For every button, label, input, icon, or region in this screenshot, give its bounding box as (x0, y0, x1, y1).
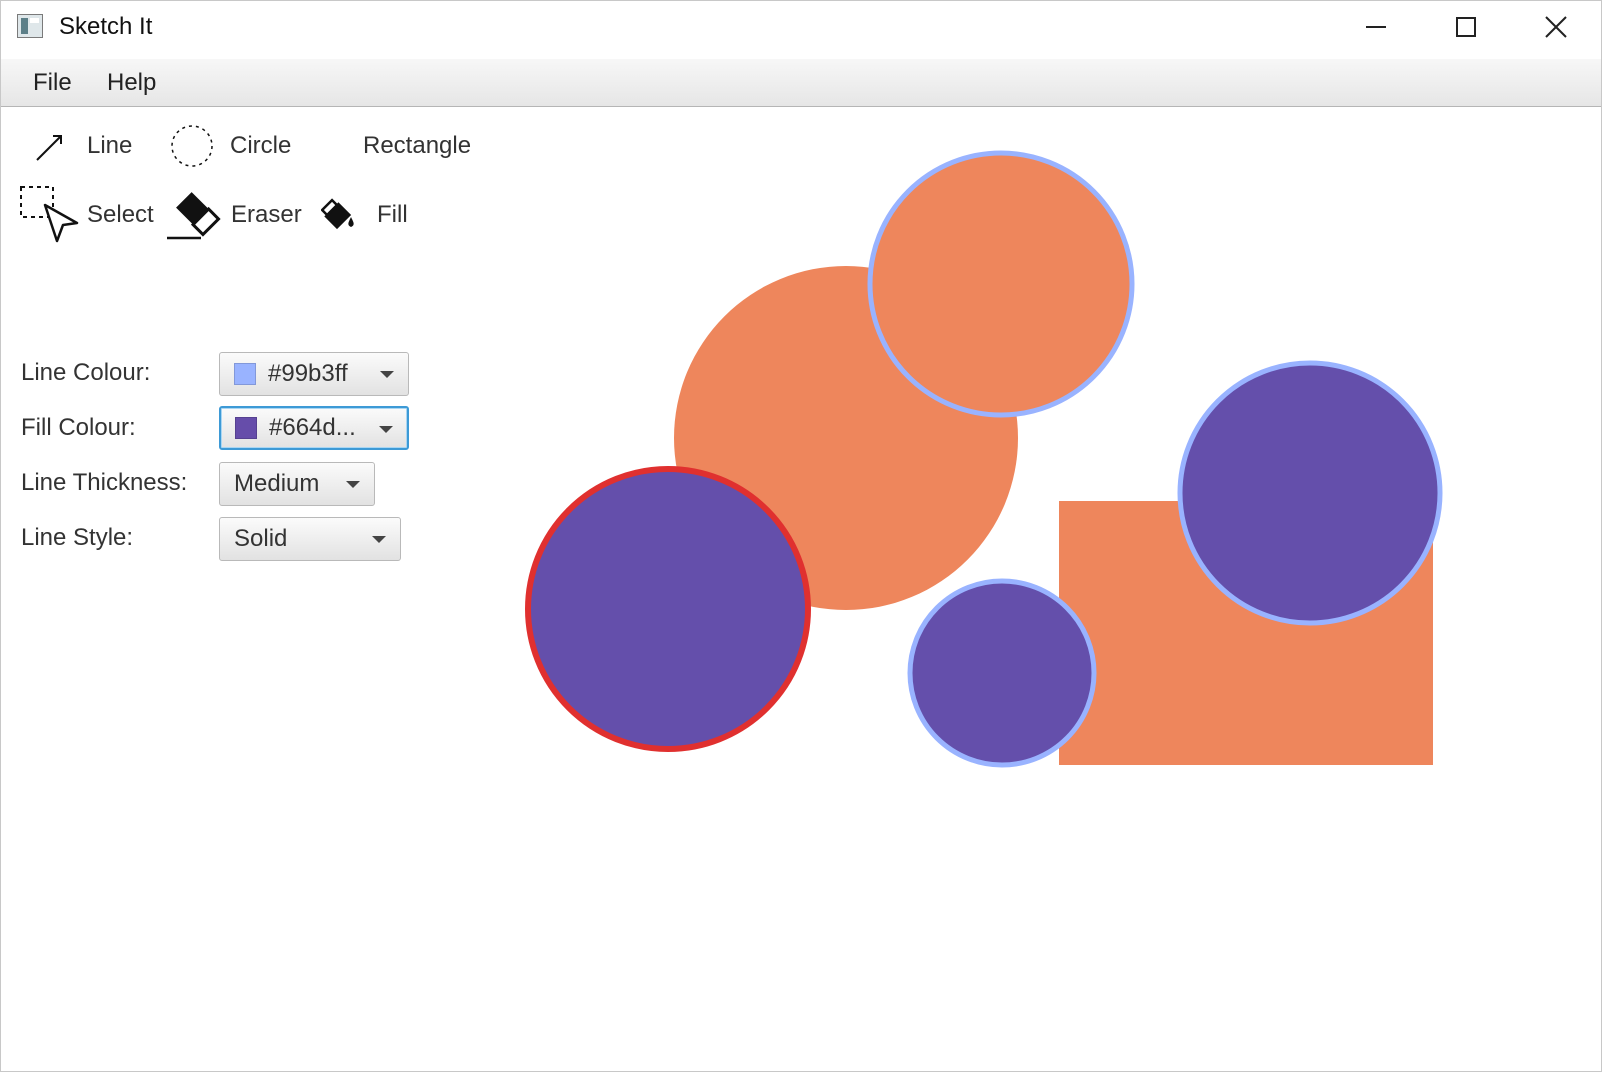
circle-tool-icon (171, 125, 213, 167)
tool-fill[interactable]: Fill (321, 190, 408, 240)
drawing-canvas[interactable] (1, 107, 1601, 1071)
fill-colour-label: Fill Colour: (21, 414, 136, 441)
eraser-tool-icon (167, 192, 221, 240)
close-icon (1545, 16, 1567, 38)
menu-file[interactable]: File (33, 69, 72, 97)
tool-eraser-label: Eraser (231, 201, 302, 228)
chevron-down-icon (379, 426, 393, 433)
select-tool-icon (20, 186, 79, 243)
line-style-select[interactable]: Solid (219, 517, 401, 561)
chevron-down-icon (380, 371, 394, 378)
tool-select-label: Select (87, 201, 154, 228)
tool-select[interactable]: Select (19, 185, 154, 245)
line-thickness-value: Medium (234, 470, 320, 497)
close-button[interactable] (1511, 1, 1601, 53)
line-style-label: Line Style: (21, 524, 134, 551)
tool-eraser[interactable]: Eraser (165, 185, 302, 245)
chevron-down-icon (346, 481, 360, 488)
line-style-value: Solid (234, 525, 288, 552)
maximize-icon (1456, 17, 1476, 37)
tool-circle-label: Circle (230, 132, 292, 159)
window-title: Sketch It (59, 13, 153, 40)
menu-bar: File Help (1, 59, 1601, 107)
shape-purple-circle-red-outline (525, 466, 811, 752)
chevron-down-icon (372, 536, 386, 543)
app-icon (17, 14, 43, 38)
tool-circle[interactable]: Circle (169, 121, 291, 171)
shape-orange-circle-top (867, 150, 1135, 418)
app-window: Sketch It File Help Line Circle Rectangl… (0, 0, 1602, 1072)
title-bar: Sketch It (1, 1, 1601, 53)
tool-line[interactable]: Line (31, 121, 132, 171)
tool-rectangle[interactable]: Rectangle (363, 121, 471, 171)
line-colour-swatch (234, 363, 256, 385)
tool-rectangle-label: Rectangle (363, 132, 472, 159)
maximize-button[interactable] (1421, 1, 1511, 53)
fill-colour-swatch (235, 417, 257, 439)
minimize-button[interactable] (1331, 1, 1421, 53)
minimize-icon (1366, 26, 1386, 28)
tool-fill-label: Fill (377, 201, 408, 228)
line-thickness-label: Line Thickness: (21, 469, 188, 496)
menu-help[interactable]: Help (107, 69, 156, 97)
line-colour-label: Line Colour: (21, 359, 151, 386)
line-thickness-select[interactable]: Medium (219, 462, 375, 506)
tool-line-label: Line (87, 132, 133, 159)
shape-purple-circle-small (907, 578, 1097, 768)
line-colour-value: #99b3ff (268, 360, 348, 387)
fill-colour-picker[interactable]: #664d... (219, 406, 409, 450)
line-colour-picker[interactable]: #99b3ff (219, 352, 409, 396)
line-tool-icon (36, 135, 62, 161)
paint-bucket-icon (321, 198, 354, 230)
fill-colour-value: #664d... (269, 414, 356, 441)
shape-purple-circle-right (1177, 360, 1443, 626)
